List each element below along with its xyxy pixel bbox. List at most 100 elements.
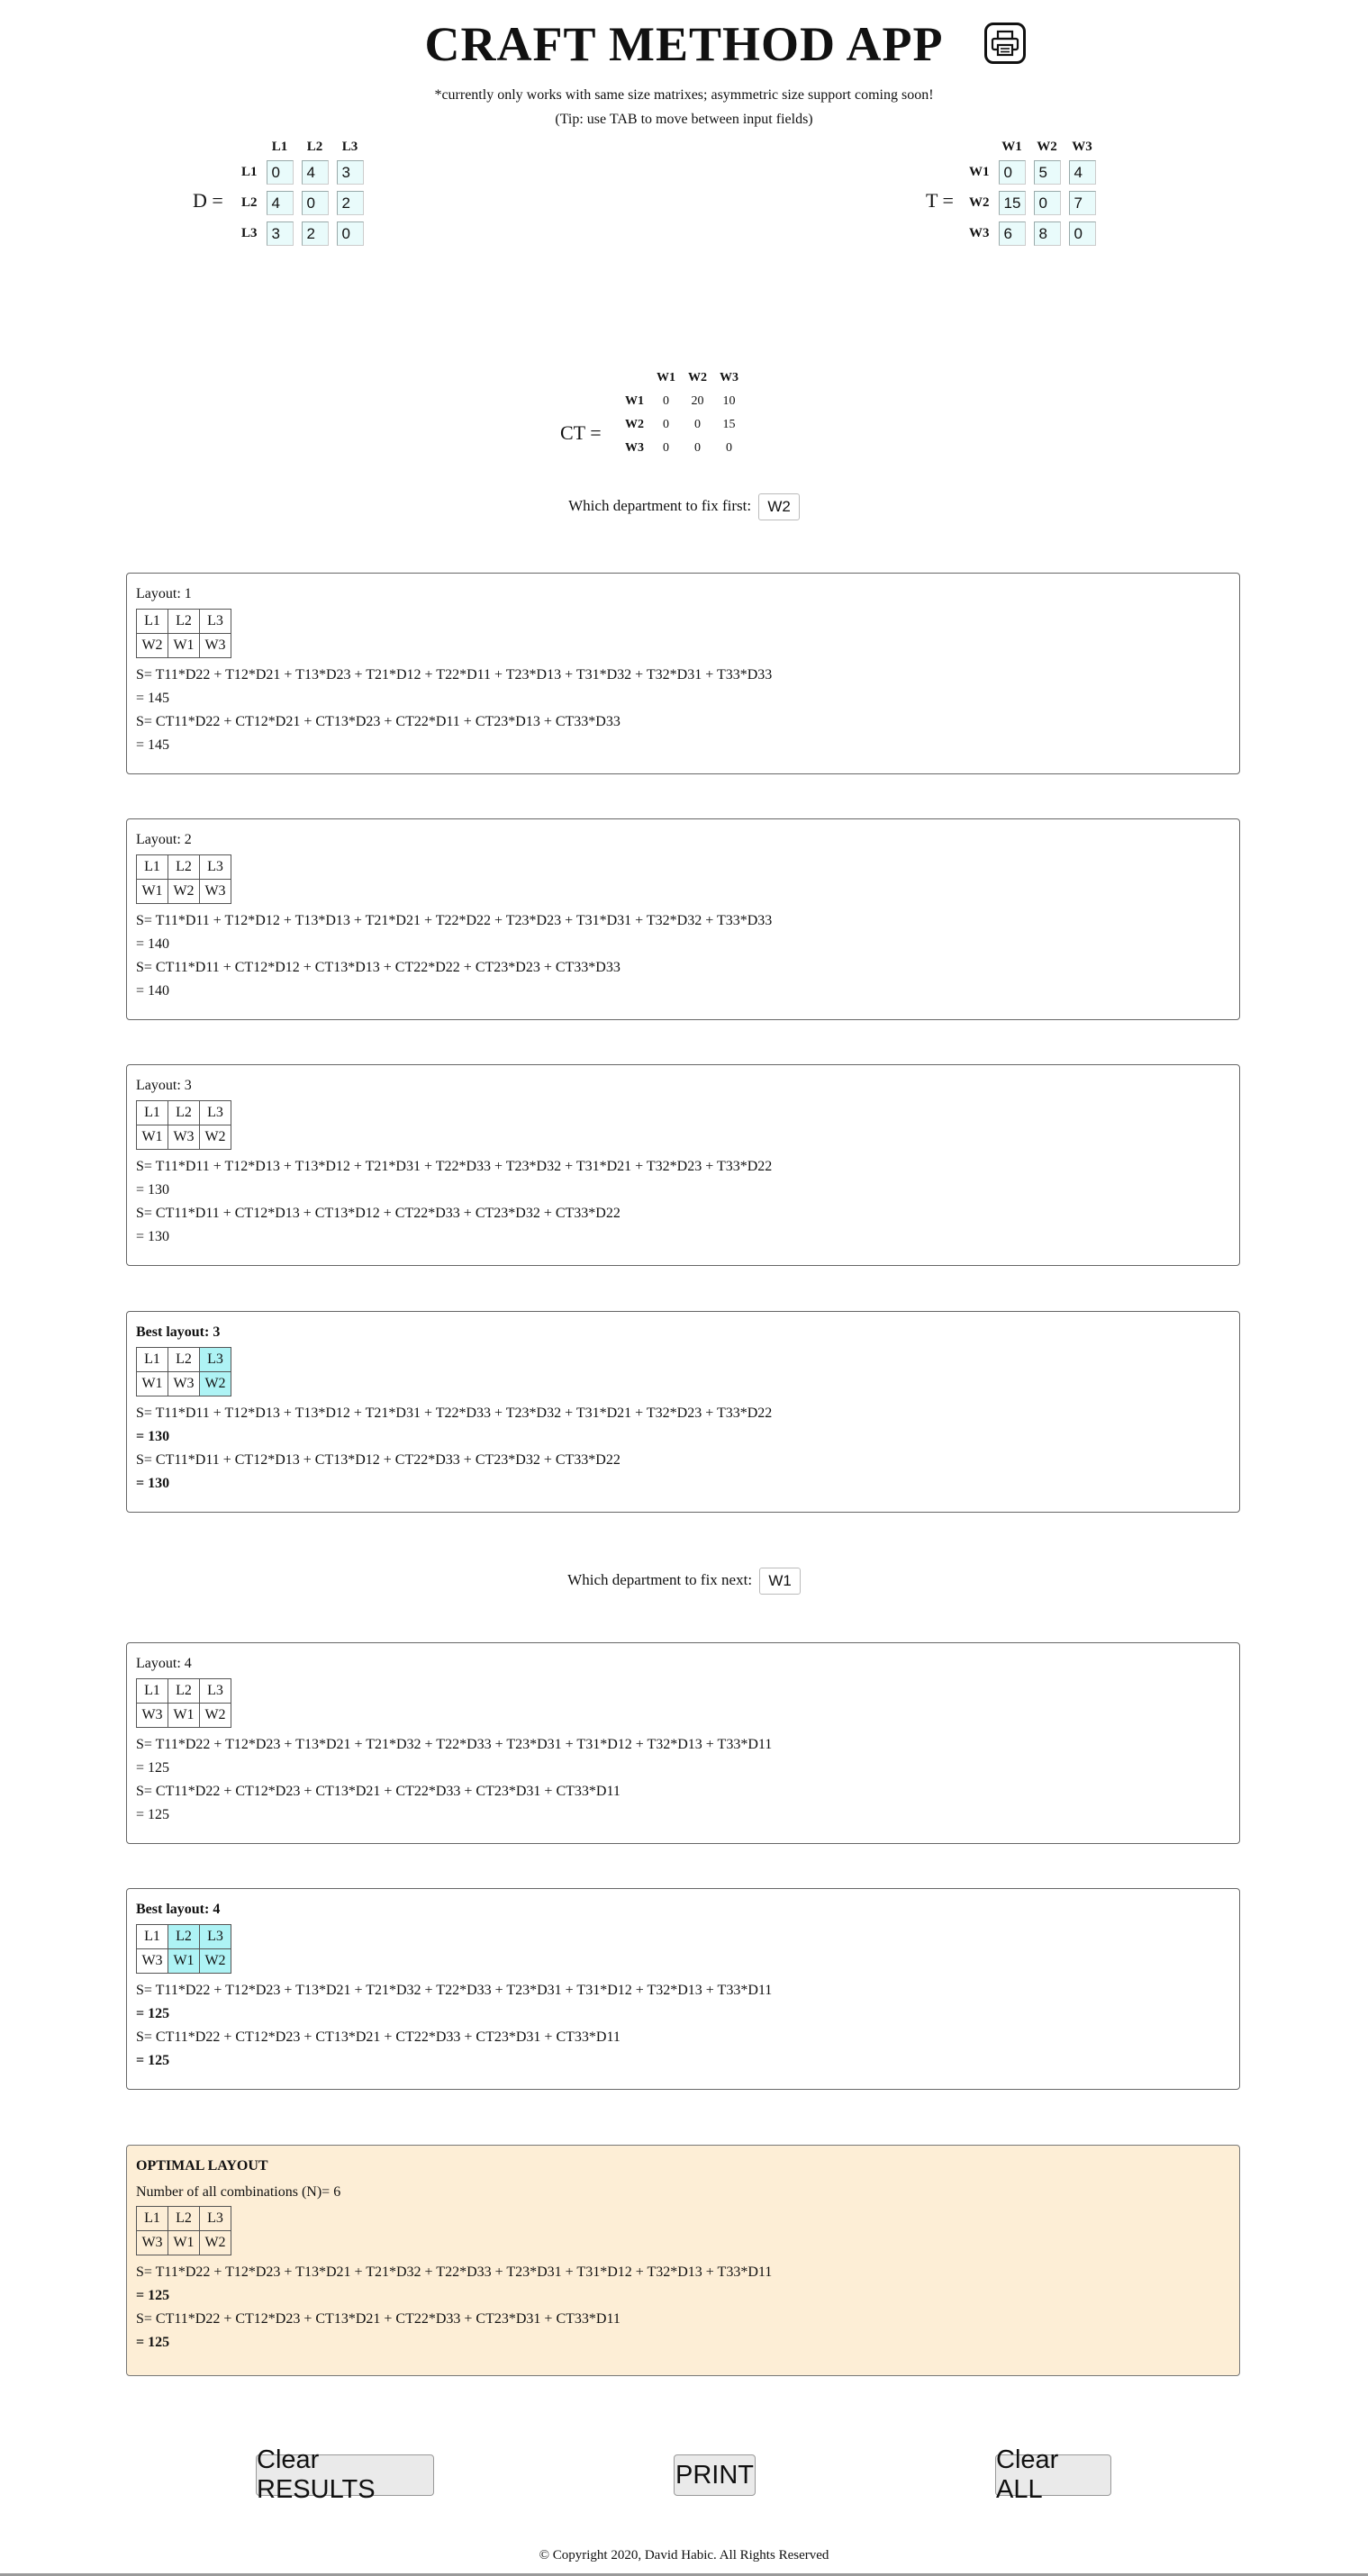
matrix-cell: 2 [301, 221, 330, 247]
layout-table: L1 L2 L3 W2 W1 W3 [136, 609, 231, 658]
t-matrix-label: T = [926, 189, 954, 212]
matrix-col-header: W3 [1072, 140, 1092, 154]
ct-result: = 125 [136, 2053, 170, 2068]
matrix-row: W2 15 0 7 [968, 190, 1097, 216]
matrix-input[interactable]: 15 [998, 191, 1026, 215]
optimal-layout-panel: OPTIMAL LAYOUT Number of all combination… [126, 2145, 1240, 2376]
t-result: = 130 [136, 1182, 170, 1198]
printer-icon[interactable] [984, 23, 1026, 64]
location-cell: L3 [199, 854, 231, 880]
layout-panel: Layout: 3 L1 L2 L3 W1 W3 W2 S= T11*D11 + T12*D1… [126, 1064, 1240, 1266]
matrix-row-header: L1 [241, 165, 258, 179]
matrix-col-header: L1 [271, 140, 288, 154]
matrix-row-header: W2 [625, 418, 644, 431]
matrix-col-header: L3 [341, 140, 358, 154]
optimal-title: OPTIMAL LAYOUT [136, 2158, 268, 2174]
department-cell: W3 [168, 1125, 200, 1150]
matrix-cell: 0 [663, 394, 669, 408]
layout-table-row: W1 W2 W3 [136, 879, 231, 904]
ct-formula: S= CT11*D11 + CT12*D13 + CT13*D12 + CT22… [136, 1206, 621, 1221]
matrix-input[interactable]: 2 [301, 221, 329, 246]
ct-result: = 125 [136, 1807, 170, 1822]
matrix-input[interactable]: 0 [301, 191, 329, 215]
t-formula: S= T11*D22 + T12*D21 + T13*D23 + T21*D12… [136, 667, 773, 682]
layout-title: Layout: 4 [136, 1656, 192, 1671]
matrix-row-header: W3 [969, 226, 990, 240]
optimal-layout-table: L1 L2 L3 W3 W1 W2 [136, 2206, 231, 2255]
ct-formula: S= CT11*D11 + CT12*D13 + CT13*D12 + CT22… [136, 1452, 621, 1468]
t-result: = 125 [136, 2288, 170, 2303]
t-result: = 130 [136, 1429, 170, 1444]
clear-all-button[interactable]: Clear ALL [995, 2445, 1111, 2504]
printer-icon-svg [991, 30, 1019, 57]
matrix-row: L3 3 2 0 [240, 221, 365, 247]
combinations-count: Number of all combinations (N)= 6 [136, 2184, 341, 2200]
matrix-row: L2 4 0 2 [240, 190, 365, 216]
matrix-row-header: L2 [241, 195, 258, 210]
matrix-input[interactable]: 4 [1068, 160, 1096, 185]
matrix-cell: 0 [694, 441, 701, 455]
matrix-col-header: L2 [306, 140, 323, 154]
matrix-input[interactable]: 8 [1033, 221, 1061, 246]
matrix-input[interactable]: 7 [1068, 191, 1096, 215]
matrix-row: W1 0 20 10 [625, 394, 738, 409]
t-result: = 145 [136, 691, 170, 706]
ct-formula: S= CT11*D22 + CT12*D23 + CT13*D21 + CT22… [136, 2311, 621, 2327]
matrix-cell: 15 [722, 418, 736, 431]
location-cell: L1 [136, 609, 168, 634]
matrix-input[interactable]: 0 [266, 160, 294, 185]
matrix-corner [625, 371, 644, 385]
layout-table: L1 L2 L3 W1 W3 W2 [136, 1100, 231, 1150]
matrix-col-header: W1 [1001, 140, 1022, 154]
matrix-cell: 0 [301, 190, 330, 216]
matrix-input[interactable]: 3 [336, 160, 364, 185]
layout-title: Layout: 1 [136, 586, 192, 601]
layout-panel: Best layout: 3 L1 L2 L3 W1 W3 W2 S= T11*D11 + T… [126, 1311, 1240, 1513]
layout-table-row: W3 W1 W2 [136, 1948, 231, 1974]
matrix-input[interactable]: 0 [998, 160, 1026, 185]
matrix-row: W1 0 5 4 [968, 159, 1097, 185]
matrix-cell: 8 [1033, 221, 1062, 247]
t-formula: S= T11*D11 + T12*D13 + T13*D12 + T21*D31… [136, 1159, 773, 1174]
matrix-row: W2 0 0 15 [625, 418, 738, 432]
matrix-header-row: W1 W2 W3 [968, 140, 1097, 155]
matrix-row-header: W3 [625, 441, 644, 455]
location-cell: L1 [136, 1924, 168, 1949]
department-cell: W2 [199, 1948, 231, 1974]
matrix-corner [968, 140, 992, 155]
footer-copyright: © Copyright 2020, David Habic. All Right… [539, 2548, 829, 2562]
matrix-input[interactable]: 6 [998, 221, 1026, 246]
layout-panel: Layout: 4 L1 L2 L3 W3 W1 W2 S= T11*D22 + T12*D2… [126, 1642, 1240, 1844]
layout-table: L1 L2 L3 W1 W2 W3 [136, 854, 231, 904]
fix-next-prompt: Which department to fix next: W1 [0, 1568, 1368, 1595]
t-formula: S= T11*D22 + T12*D23 + T13*D21 + T21*D32… [136, 1983, 773, 1998]
matrix-input[interactable]: 0 [1033, 191, 1061, 215]
location-cell: L2 [168, 1347, 200, 1372]
matrix-row-header: L3 [241, 226, 258, 240]
print-button[interactable]: PRINT [674, 2454, 756, 2496]
location-cell: L1 [136, 2206, 168, 2231]
matrix-input[interactable]: 2 [336, 191, 364, 215]
matrix-input[interactable]: 4 [266, 191, 294, 215]
matrix-input[interactable]: 0 [1068, 221, 1096, 246]
fix-first-input[interactable]: W2 [758, 493, 800, 520]
location-cell: L2 [168, 609, 200, 634]
department-cell: W1 [136, 1371, 168, 1396]
clear-results-button[interactable]: Clear RESULTS [256, 2445, 434, 2504]
layout-table-row: L1 L2 L3 [136, 1924, 231, 1949]
location-cell: L2 [168, 854, 200, 880]
department-cell: W1 [168, 1948, 200, 1974]
matrix-input[interactable]: 4 [301, 160, 329, 185]
layout-table-row: W2 W1 W3 [136, 633, 231, 658]
matrix-row-header: W2 [969, 195, 990, 210]
matrix-cell: 2 [336, 190, 365, 216]
matrix-input[interactable]: 0 [336, 221, 364, 246]
layout-title: Best layout: 4 [136, 1902, 221, 1917]
ct-result: = 125 [136, 2335, 170, 2350]
matrix-cell: 0 [1033, 190, 1062, 216]
matrix-input[interactable]: 5 [1033, 160, 1061, 185]
matrix-input[interactable]: 3 [266, 221, 294, 246]
t-result: = 125 [136, 1760, 170, 1776]
fix-next-input[interactable]: W1 [759, 1568, 801, 1595]
location-cell: L3 [199, 1347, 231, 1372]
